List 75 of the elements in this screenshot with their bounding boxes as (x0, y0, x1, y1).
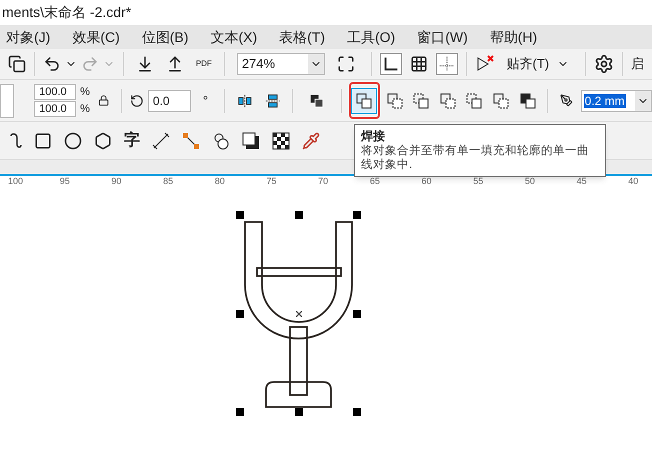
ruler-icon[interactable] (380, 53, 402, 75)
selection-handle[interactable] (236, 408, 244, 416)
launch-button[interactable]: 启 (631, 54, 644, 74)
ruler-label: 95 (60, 176, 71, 187)
undo-icon[interactable] (42, 55, 61, 73)
mirror-vertical-icon[interactable] (264, 92, 280, 110)
ruler-label: 70 (318, 176, 330, 187)
pdf-icon[interactable]: PDF (196, 60, 212, 68)
drop-shadow-icon[interactable] (242, 132, 260, 150)
selection-handle[interactable] (295, 408, 303, 416)
shape-overlap-icon (465, 92, 484, 110)
ruler-label: 80 (214, 176, 226, 187)
tooltip-text: 将对象合并至带有单一填充和轮廓的单一曲线对象中. (361, 144, 590, 172)
ruler-label: 40 (628, 176, 640, 187)
eyedropper-icon[interactable] (302, 132, 320, 150)
ruler-label: 90 (111, 176, 122, 187)
selection-handle[interactable] (353, 310, 361, 318)
menu-item[interactable]: 窗口(W) (411, 26, 474, 48)
shape-overlap-icon (412, 92, 430, 110)
dimension-icon[interactable] (152, 132, 170, 150)
menu-item[interactable]: 效果(C) (66, 26, 126, 48)
scale-y-field[interactable]: 100.0 (34, 101, 76, 118)
text-tool[interactable]: 字 (124, 128, 140, 152)
menu-item[interactable]: 位图(B) (136, 26, 194, 48)
center-mark-icon (296, 311, 302, 317)
menu-item[interactable]: 文本(X) (204, 26, 264, 48)
selection-handle[interactable] (295, 211, 303, 219)
full-screen-icon[interactable] (336, 55, 355, 73)
selection-handle[interactable] (353, 211, 361, 219)
blend-icon[interactable] (212, 132, 230, 150)
transparency-icon[interactable] (272, 132, 290, 150)
settings-icon[interactable] (594, 54, 614, 74)
menu-item[interactable]: 对象(J) (0, 26, 56, 48)
rotation-field[interactable]: 0.0 (148, 90, 191, 112)
ruler-label: 85 (163, 176, 174, 187)
shape-overlap-icon (386, 92, 404, 110)
percent-label: % (80, 84, 90, 100)
shaping-button[interactable] (349, 82, 380, 119)
ruler-label: 60 (422, 176, 433, 187)
connector-icon[interactable] (182, 132, 200, 150)
lock-icon[interactable] (98, 94, 110, 107)
tooltip-title: 焊接 (361, 129, 386, 144)
selection-handle[interactable] (236, 310, 244, 318)
pen-icon (560, 93, 573, 108)
selection-handle[interactable] (236, 211, 244, 219)
degree-label: ° (202, 92, 208, 110)
grid-icon[interactable] (410, 55, 428, 73)
clipboard-icon[interactable] (8, 55, 26, 73)
outline-width-combo[interactable]: 0.2 mm (580, 90, 652, 112)
menu-item[interactable]: 工具(O) (341, 26, 402, 48)
shape-overlap-icon (492, 92, 510, 110)
scale-x-field[interactable]: 100.0 (34, 84, 76, 100)
ruler-label: 50 (524, 176, 536, 187)
rectangle-icon[interactable] (34, 132, 52, 150)
percent-label: % (80, 102, 90, 117)
ruler-label: 55 (473, 176, 484, 187)
polygon-icon[interactable] (94, 132, 112, 150)
snap-dropdown[interactable]: 贴齐(T) (498, 54, 578, 74)
rotate-icon (130, 92, 144, 108)
ruler-label: 75 (266, 176, 278, 187)
shape-overlap-icon (355, 92, 374, 110)
ruler-label: 45 (576, 176, 588, 187)
ruler-label: 100 (8, 176, 24, 187)
menu-item[interactable]: 帮助(H) (484, 26, 544, 48)
ruler-label: 65 (370, 176, 381, 187)
selection-handle[interactable] (353, 408, 361, 416)
curve-icon[interactable] (8, 132, 22, 150)
window-title: ments\末命名 -2.cdr* (2, 3, 132, 22)
ellipse-icon[interactable] (64, 132, 82, 150)
shape-overlap-icon (518, 92, 536, 110)
guidelines-icon[interactable] (436, 53, 458, 75)
size-field[interactable] (0, 84, 14, 118)
zoom-combo[interactable]: 274% (236, 53, 325, 75)
menu-item[interactable]: 表格(T) (273, 26, 331, 48)
shape-overlap-icon (438, 92, 457, 110)
